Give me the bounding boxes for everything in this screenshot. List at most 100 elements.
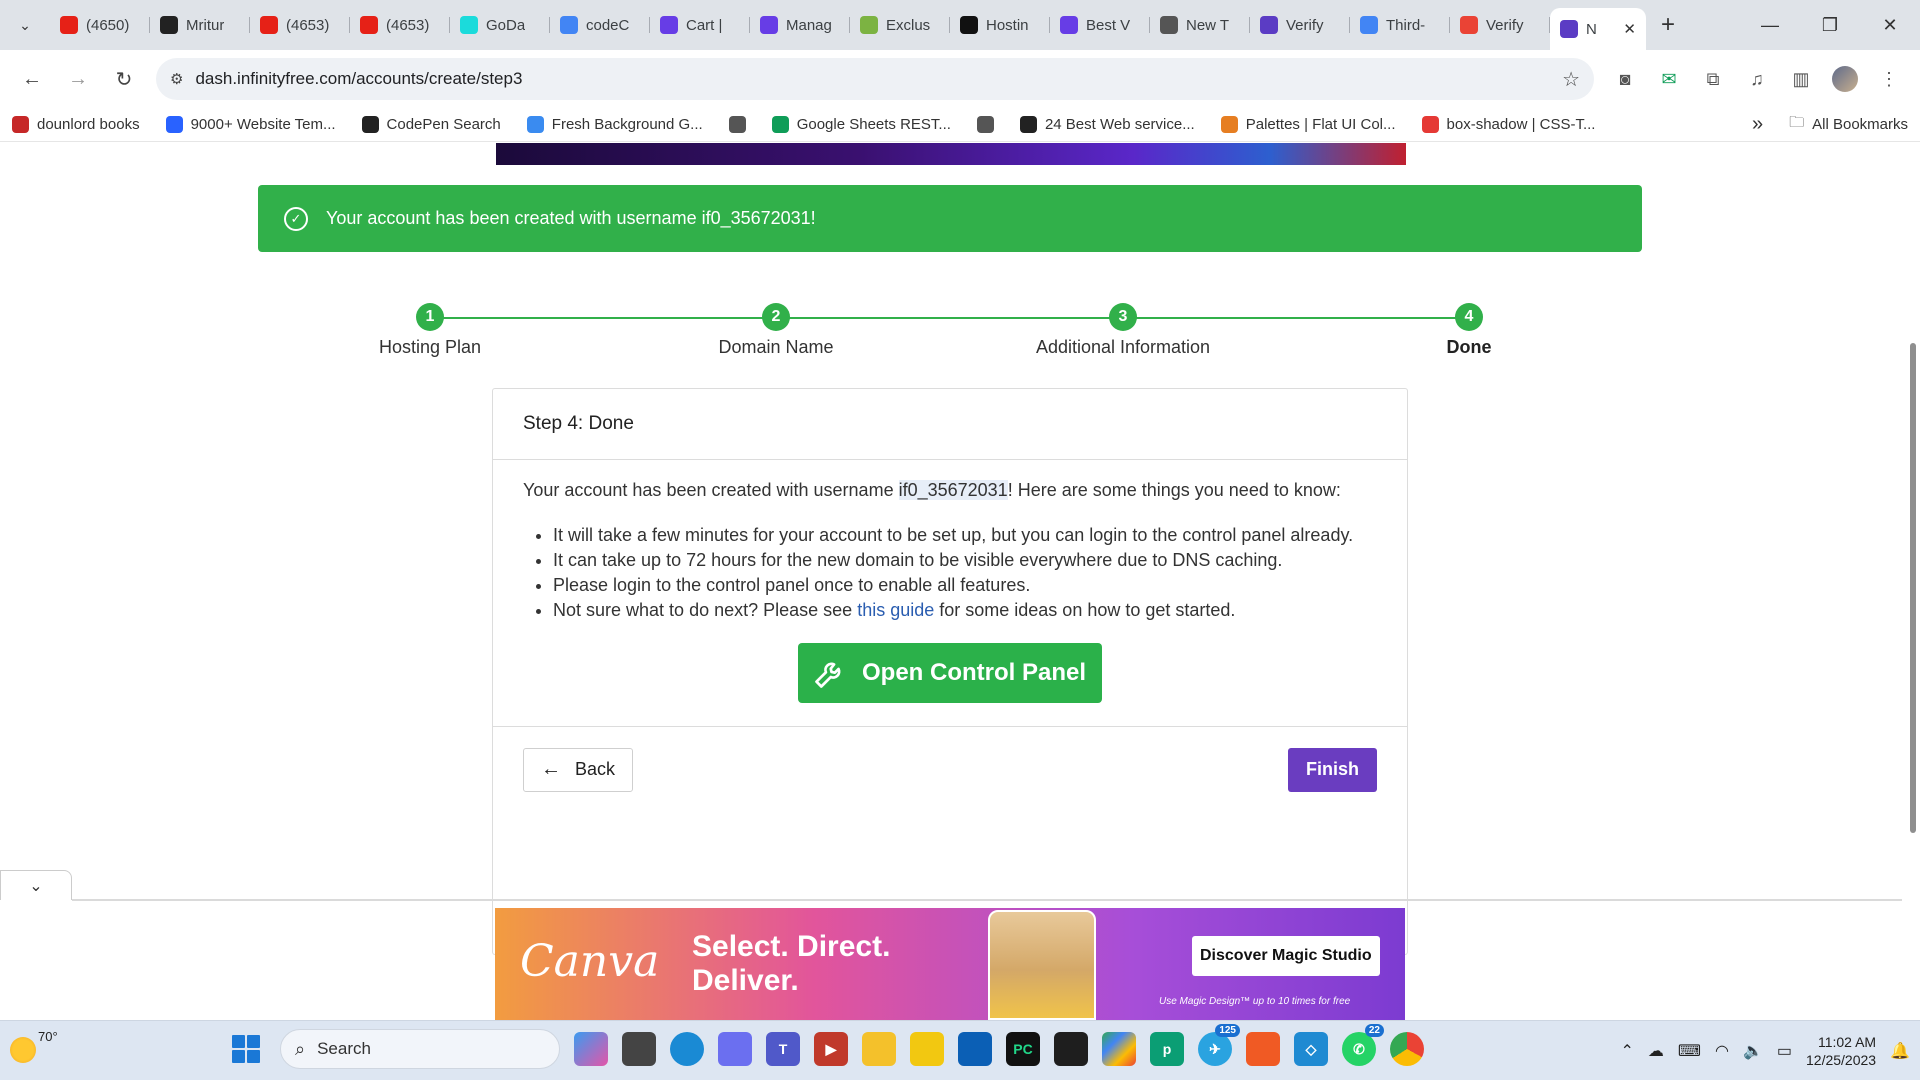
- browser-tab[interactable]: Best V: [1050, 7, 1150, 43]
- back-arrow-icon[interactable]: ←: [12, 59, 52, 99]
- browser-tab[interactable]: Mritur: [150, 7, 250, 43]
- browser-tab[interactable]: codeC: [550, 7, 650, 43]
- battery-icon[interactable]: ▭: [1777, 1041, 1792, 1061]
- camera-icon[interactable]: ◙: [1606, 60, 1644, 98]
- whatsapp-badge: 22: [1364, 1024, 1384, 1037]
- bookmark-item[interactable]: CodePen Search: [361, 116, 501, 133]
- browser-tab[interactable]: Verify: [1250, 7, 1350, 43]
- extensions-puzzle-icon[interactable]: ⧉: [1694, 60, 1732, 98]
- page-scrollbar[interactable]: [1910, 343, 1916, 833]
- copilot-icon[interactable]: [574, 1032, 608, 1066]
- success-alert-message: Your account has been created with usern…: [326, 208, 816, 228]
- restore-button[interactable]: ❐: [1800, 0, 1860, 50]
- canva-logo: Canva: [520, 936, 660, 987]
- card-body: Your account has been created with usern…: [493, 460, 1407, 727]
- back-button-label: Back: [574, 759, 616, 779]
- whatsapp-icon[interactable]: ✆ 22: [1342, 1024, 1384, 1066]
- pycharm-icon[interactable]: PC: [1006, 1032, 1040, 1066]
- edge-icon[interactable]: [670, 1032, 704, 1066]
- bookmark-item[interactable]: Fresh Background G...: [526, 116, 703, 133]
- keyboard-icon[interactable]: ⌨: [1678, 1041, 1701, 1061]
- brave-icon[interactable]: [1246, 1032, 1280, 1066]
- more-bookmarks-chevron-icon[interactable]: »: [1752, 113, 1763, 136]
- browser-tab[interactable]: Manag: [750, 7, 850, 43]
- open-control-panel-label: Open Control Panel: [861, 659, 1086, 686]
- browser-tab[interactable]: Cart |: [650, 7, 750, 43]
- bookmark-item[interactable]: 24 Best Web service...: [1019, 116, 1195, 133]
- extension-mail-icon[interactable]: ✉: [1650, 60, 1688, 98]
- url-text[interactable]: dash.infinityfree.com/accounts/create/st…: [195, 69, 522, 89]
- bookmark-item[interactable]: Google Sheets REST...: [771, 116, 951, 133]
- windows-start-icon[interactable]: [226, 1029, 266, 1069]
- open-control-panel-button[interactable]: Open Control Panel: [797, 643, 1102, 703]
- chrome-menu-icon[interactable]: ⋮: [1870, 60, 1908, 98]
- browser-tab[interactable]: New T: [1150, 7, 1250, 43]
- guide-link[interactable]: this guide: [857, 600, 934, 620]
- bookmark-item[interactable]: [976, 116, 994, 133]
- browser-tab[interactable]: Hostin: [950, 7, 1050, 43]
- telegram-icon[interactable]: ✈ 125: [1198, 1024, 1240, 1066]
- task-view-icon[interactable]: [622, 1032, 656, 1066]
- canva-ad-banner[interactable]: Canva Select. Direct. Deliver. Discover …: [495, 908, 1405, 1020]
- sticky-notes-icon[interactable]: [910, 1032, 944, 1066]
- bookmark-item[interactable]: 9000+ Website Tem...: [165, 116, 336, 133]
- bookmark-label: 9000+ Website Tem...: [190, 116, 336, 133]
- side-panel-icon[interactable]: ▥: [1782, 60, 1820, 98]
- exclusive-icon: [860, 16, 878, 34]
- teams-icon[interactable]: T: [766, 1032, 800, 1066]
- media-player-icon[interactable]: ▶: [814, 1032, 848, 1066]
- browser-tab[interactable]: (4650): [50, 7, 150, 43]
- bookmark-star-icon[interactable]: ☆: [1562, 67, 1580, 92]
- google-play-icon[interactable]: [1102, 1032, 1136, 1066]
- new-tab-button[interactable]: +: [1646, 11, 1690, 39]
- reload-icon[interactable]: ↻: [104, 59, 144, 99]
- notification-bell-icon[interactable]: 🔔: [1890, 1041, 1910, 1061]
- bookmark-item[interactable]: box-shadow | CSS-T...: [1421, 116, 1595, 133]
- discover-magic-studio-button[interactable]: Discover Magic Studio: [1192, 936, 1380, 976]
- figma-icon[interactable]: [1054, 1032, 1088, 1066]
- weather-widget[interactable]: 70°: [10, 1029, 58, 1063]
- browser-tab[interactable]: (4653): [250, 7, 350, 43]
- vscode-icon[interactable]: ◇: [1294, 1032, 1328, 1066]
- show-hidden-icons-chevron-icon[interactable]: ⌃: [1620, 1041, 1633, 1061]
- tab-search-button[interactable]: ⌄: [0, 0, 50, 50]
- lock-app-icon[interactable]: [718, 1032, 752, 1066]
- media-control-icon[interactable]: ♫: [1738, 60, 1776, 98]
- palette-icon: [1220, 116, 1238, 133]
- telegram-badge: 125: [1215, 1024, 1240, 1037]
- bookmark-item[interactable]: Palettes | Flat UI Col...: [1220, 116, 1396, 133]
- chrome-icon[interactable]: [1390, 1032, 1424, 1066]
- browser-tab[interactable]: Exclus: [850, 7, 950, 43]
- bookmarks-bar: dounlord books 9000+ Website Tem... CodePe…: [0, 108, 1920, 142]
- close-tab-icon[interactable]: ✕: [1623, 20, 1636, 38]
- browser-tab[interactable]: GoDa: [450, 7, 550, 43]
- browser-tab[interactable]: Third-: [1350, 7, 1450, 43]
- bookmark-item[interactable]: dounlord books: [12, 116, 140, 133]
- browser-tab[interactable]: (4653): [350, 7, 450, 43]
- pixso-icon[interactable]: p: [1150, 1032, 1184, 1066]
- onedrive-icon[interactable]: ☁: [1648, 1041, 1664, 1061]
- forward-arrow-icon[interactable]: →: [58, 59, 98, 99]
- profile-avatar[interactable]: [1826, 60, 1864, 98]
- finish-button[interactable]: Finish: [1288, 747, 1377, 792]
- collapse-ad-chevron-icon[interactable]: ⌄: [0, 870, 72, 900]
- card-title: Step 4: Done: [493, 389, 1407, 460]
- top-ad-banner[interactable]: [496, 143, 1406, 165]
- tab-title: Verify: [1486, 16, 1524, 34]
- wifi-icon[interactable]: ◠: [1715, 1041, 1729, 1061]
- site-info-icon[interactable]: ⚙: [170, 70, 183, 88]
- all-bookmarks-button[interactable]: 🗀 All Bookmarks: [1789, 112, 1908, 137]
- address-bar[interactable]: ⚙ dash.infinityfree.com/accounts/create/…: [156, 58, 1594, 100]
- bookmark-item[interactable]: [728, 116, 746, 133]
- file-explorer-icon[interactable]: [862, 1032, 896, 1066]
- back-button[interactable]: ← Back: [523, 747, 633, 792]
- minimize-button[interactable]: —: [1740, 0, 1800, 50]
- close-window-button[interactable]: ✕: [1860, 0, 1920, 50]
- codepen-icon: [361, 116, 379, 133]
- microsoft-store-icon[interactable]: [958, 1032, 992, 1066]
- clock[interactable]: 11:02 AM 12/25/2023: [1806, 1033, 1876, 1069]
- volume-icon[interactable]: 🔈: [1743, 1041, 1763, 1061]
- browser-tab[interactable]: N ✕: [1550, 8, 1646, 50]
- browser-tab[interactable]: Verify: [1450, 7, 1550, 43]
- taskbar-search[interactable]: ⌕ Search: [280, 1029, 560, 1069]
